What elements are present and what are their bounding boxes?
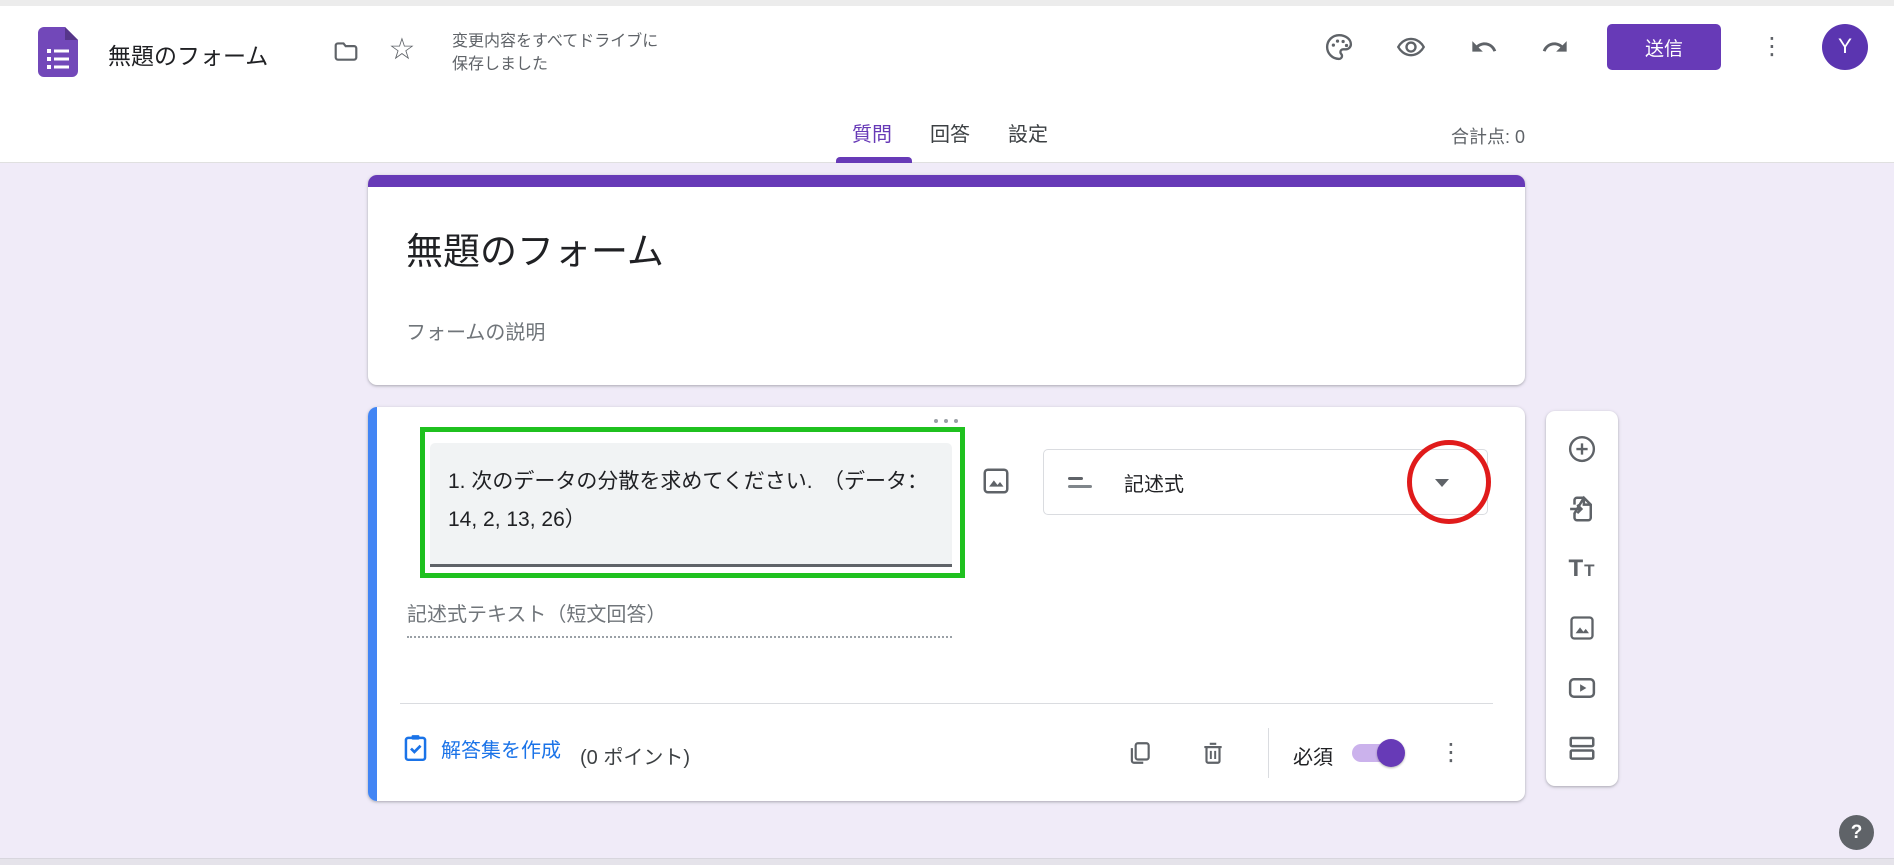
window-bottom-strip: [0, 858, 1894, 865]
question-type-label: 記述式: [1124, 468, 1184, 497]
image-icon: [1568, 614, 1596, 642]
footer-vertical-divider: [1268, 728, 1269, 778]
star-icon: ☆: [389, 32, 416, 67]
required-label: 必須: [1293, 741, 1333, 770]
kebab-icon: ⋮: [1760, 35, 1784, 59]
question-mark-icon: ?: [1851, 822, 1863, 844]
short-answer-icon: [1068, 477, 1092, 488]
copy-icon: [1127, 740, 1153, 766]
add-question-button[interactable]: [1562, 429, 1602, 469]
import-questions-button[interactable]: [1562, 489, 1602, 529]
form-description-input[interactable]: フォームの説明: [406, 316, 545, 345]
total-points-label: 合計点: 0: [1415, 123, 1525, 149]
duplicate-question-button[interactable]: [1118, 731, 1162, 775]
tab-responses[interactable]: 回答: [930, 118, 970, 147]
add-video-button[interactable]: [1562, 668, 1602, 708]
redo-icon: [1541, 33, 1569, 61]
question-title-input[interactable]: 1. 次のデータの分散を求めてください. （データ：14, 2, 13, 26）: [430, 443, 952, 567]
answer-key-label: 解答集を作成: [441, 734, 561, 763]
trash-icon: [1200, 740, 1226, 766]
form-card-accent-bar: [368, 175, 1525, 187]
add-image-to-question-button[interactable]: [976, 461, 1016, 501]
more-options-button[interactable]: ⋮: [1752, 27, 1792, 67]
tab-questions[interactable]: 質問: [852, 118, 892, 147]
section-icon: [1567, 733, 1597, 763]
video-icon: [1567, 673, 1597, 703]
star-button[interactable]: ☆: [382, 29, 422, 69]
add-image-button[interactable]: [1562, 608, 1602, 648]
forms-logo-icon[interactable]: [38, 27, 78, 77]
import-icon: [1567, 494, 1597, 524]
title-text-icon: TT: [1568, 555, 1595, 583]
active-tab-underline: [836, 157, 912, 163]
help-button[interactable]: ?: [1839, 815, 1874, 850]
redo-button[interactable]: [1535, 27, 1575, 67]
answer-key-button[interactable]: 解答集を作成: [402, 733, 561, 763]
answer-preview-placeholder: 記述式テキスト（短文回答）: [407, 598, 666, 627]
document-title[interactable]: 無題のフォーム: [108, 37, 268, 71]
answer-preview-underline: [407, 636, 952, 638]
save-status: 変更内容をすべてドライブに 保存しました: [452, 30, 658, 76]
points-label: (0 ポイント): [580, 741, 690, 770]
question-toolbar: TT: [1546, 411, 1618, 786]
plus-circle-icon: [1567, 434, 1597, 464]
folder-icon: [332, 38, 360, 64]
google-forms-window: 無題のフォーム ☆ 変更内容をすべてドライブに 保存しました: [0, 0, 1894, 865]
add-section-button[interactable]: [1562, 728, 1602, 768]
add-title-description-button[interactable]: TT: [1562, 549, 1602, 589]
answer-key-icon: [402, 733, 429, 763]
form-title-card: [368, 175, 1525, 385]
delete-question-button[interactable]: [1191, 731, 1235, 775]
required-toggle[interactable]: [1352, 744, 1398, 762]
image-icon: [981, 466, 1011, 496]
toggle-thumb: [1377, 739, 1405, 767]
send-button[interactable]: 送信: [1607, 24, 1721, 70]
question-footer-divider: [400, 703, 1493, 704]
chevron-down-icon[interactable]: [1435, 479, 1449, 487]
account-avatar[interactable]: Y: [1822, 24, 1868, 70]
undo-icon: [1470, 33, 1498, 61]
question-selected-bar: [368, 407, 377, 801]
eye-icon: [1396, 32, 1426, 62]
tab-settings[interactable]: 設定: [1008, 118, 1048, 147]
kebab-icon: ⋮: [1439, 741, 1463, 765]
form-title-input[interactable]: 無題のフォーム: [406, 221, 664, 275]
question-type-dropdown[interactable]: 記述式: [1043, 449, 1488, 515]
customize-theme-button[interactable]: [1319, 27, 1359, 67]
question-more-options-button[interactable]: ⋮: [1429, 731, 1473, 775]
undo-button[interactable]: [1464, 27, 1504, 67]
drag-handle-icon[interactable]: [922, 414, 970, 428]
preview-button[interactable]: [1391, 27, 1431, 67]
move-to-folder-button[interactable]: [326, 31, 366, 71]
app-header: 無題のフォーム ☆ 変更内容をすべてドライブに 保存しました: [0, 6, 1894, 163]
palette-icon: [1324, 32, 1354, 62]
